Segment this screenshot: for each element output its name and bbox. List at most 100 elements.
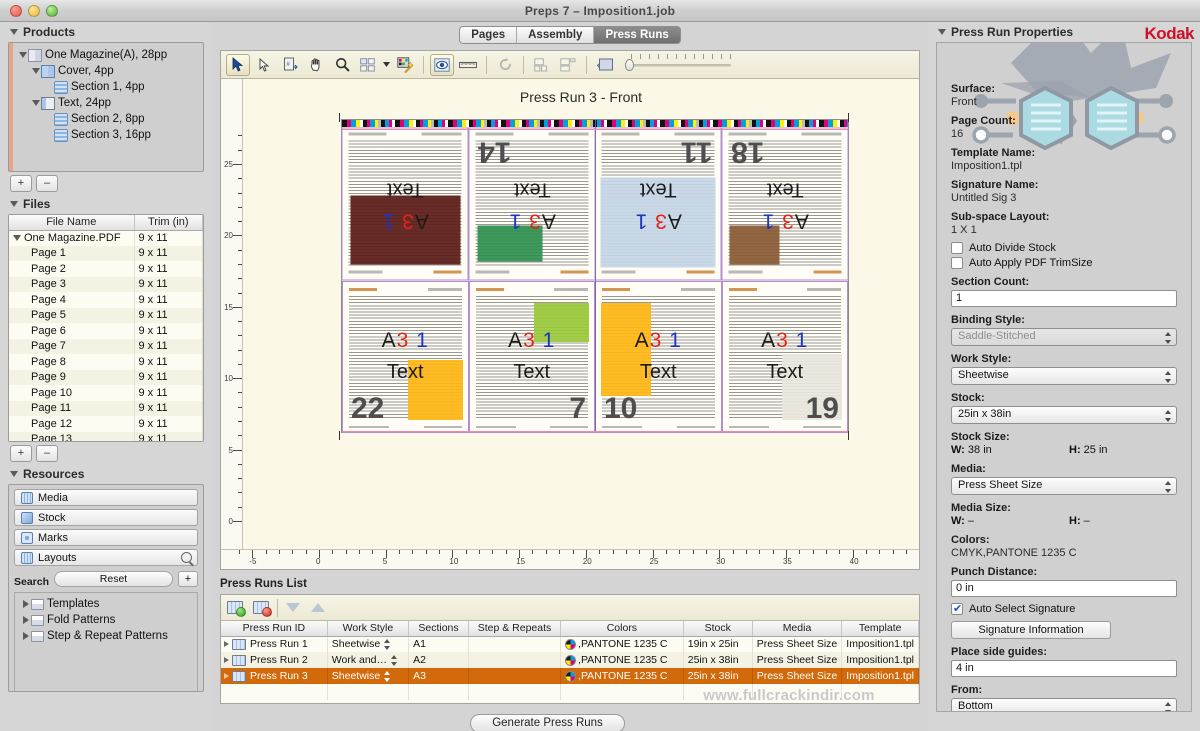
- work-style-cell[interactable]: Sheetwise: [327, 636, 408, 652]
- table-row[interactable]: Page 19 x 11: [9, 246, 203, 262]
- generate-press-runs-button[interactable]: Generate Press Runs: [470, 714, 625, 731]
- layout-grid-icon[interactable]: [356, 54, 380, 76]
- place-side-guides-input[interactable]: 4 in: [951, 660, 1177, 677]
- slider-knob[interactable]: [625, 59, 634, 71]
- table-row[interactable]: Page 139 x 11: [9, 432, 203, 443]
- from-select[interactable]: Bottom: [951, 698, 1177, 712]
- table-row[interactable]: Page 59 x 11: [9, 308, 203, 324]
- files-section-header[interactable]: Files: [0, 194, 212, 214]
- binding-style-select[interactable]: Saddle-Stitched: [951, 328, 1177, 346]
- column-file-name[interactable]: File Name: [9, 215, 134, 230]
- column-media[interactable]: Media: [752, 621, 842, 636]
- signature-information-button[interactable]: Signature Information: [951, 621, 1111, 639]
- media-select[interactable]: Press Sheet Size: [951, 477, 1177, 495]
- reset-button[interactable]: Reset: [54, 571, 173, 587]
- disclosure-triangle-icon[interactable]: [10, 201, 18, 207]
- table-row[interactable]: Page 49 x 11: [9, 292, 203, 308]
- fit-page-icon[interactable]: [593, 54, 617, 76]
- add-file-button[interactable]: +: [10, 445, 32, 462]
- arrange-stack-icon[interactable]: [556, 54, 580, 76]
- table-row[interactable]: Page 99 x 11: [9, 370, 203, 386]
- remove-file-button[interactable]: –: [36, 445, 58, 462]
- add-resource-button[interactable]: +: [178, 571, 198, 587]
- table-row[interactable]: Page 89 x 11: [9, 354, 203, 370]
- products-section-header[interactable]: Products: [0, 22, 212, 42]
- imposed-page[interactable]: A3 1Text: [342, 128, 469, 281]
- disclosure-triangle-icon[interactable]: [10, 471, 18, 477]
- imposed-page[interactable]: A3 1Text19: [722, 281, 849, 434]
- slider-track[interactable]: [631, 64, 731, 67]
- move-up-icon[interactable]: [311, 603, 325, 612]
- tab-pages[interactable]: Pages: [460, 27, 517, 43]
- column-template[interactable]: Template: [842, 621, 919, 636]
- table-row[interactable]: Page 29 x 11: [9, 261, 203, 277]
- arrow-direct-icon[interactable]: [252, 54, 276, 76]
- work-style-cell[interactable]: Sheetwise: [327, 668, 408, 684]
- chevron-down-icon[interactable]: [19, 52, 27, 58]
- resource-tree-item-fold-patterns[interactable]: Fold Patterns: [15, 612, 197, 628]
- expand-row-icon[interactable]: [224, 641, 229, 647]
- column-step-repeats[interactable]: Step & Repeats: [468, 621, 560, 636]
- resource-tree-item-templates[interactable]: Templates: [15, 596, 197, 612]
- chevron-right-icon[interactable]: [23, 600, 29, 608]
- delete-press-run-icon[interactable]: [253, 601, 269, 614]
- column-press-run-id[interactable]: Press Run ID: [221, 621, 327, 636]
- table-row[interactable]: Press Run 3SheetwiseA3,PANTONE 1235 C25i…: [221, 668, 919, 684]
- punch-distance-input[interactable]: 0 in: [951, 580, 1177, 597]
- auto-apply-trimsize-checkbox[interactable]: [951, 257, 963, 269]
- disclosure-triangle-icon[interactable]: [10, 29, 18, 35]
- resource-tree-item-step-repeat[interactable]: Step & Repeat Patterns: [15, 628, 197, 644]
- press-sheet-view[interactable]: Press Run 3 - Front A3 1TextA3 1Text14A3…: [243, 79, 919, 549]
- resource-button-stock[interactable]: Stock: [14, 509, 198, 526]
- close-button[interactable]: [10, 5, 22, 17]
- add-press-run-icon[interactable]: [227, 601, 243, 614]
- imposed-page[interactable]: A3 1Text10: [595, 281, 722, 434]
- column-stock[interactable]: Stock: [683, 621, 752, 636]
- chevron-down-icon[interactable]: [32, 68, 40, 74]
- marks-wand-icon[interactable]: [393, 54, 417, 76]
- disclosure-triangle-icon[interactable]: [938, 29, 946, 35]
- stock-select[interactable]: 25in x 38in: [951, 406, 1177, 424]
- window-controls[interactable]: [10, 5, 58, 17]
- table-row[interactable]: Press Run 1SheetwiseA1,PANTONE 1235 C19i…: [221, 636, 919, 652]
- stepper-arrows-icon[interactable]: [384, 639, 391, 650]
- remove-product-button[interactable]: –: [36, 175, 58, 192]
- column-colors[interactable]: Colors: [561, 621, 684, 636]
- expand-row-icon[interactable]: [224, 673, 229, 679]
- tab-assembly[interactable]: Assembly: [517, 27, 594, 43]
- tree-item-section-3[interactable]: Section 3, 16pp: [9, 127, 203, 143]
- chevron-down-icon[interactable]: [13, 235, 21, 241]
- column-trim[interactable]: Trim (in): [134, 215, 203, 230]
- page-content-icon[interactable]: #: [278, 54, 302, 76]
- arrange-tiles-icon[interactable]: [530, 54, 554, 76]
- stepper-arrows-icon[interactable]: [391, 655, 398, 666]
- table-row[interactable]: Page 129 x 11: [9, 416, 203, 432]
- imposed-page[interactable]: A3 1Text22: [342, 281, 469, 434]
- zoom-button[interactable]: [46, 5, 58, 17]
- search-icon[interactable]: [181, 552, 192, 563]
- hand-pan-icon[interactable]: [304, 54, 328, 76]
- minimize-button[interactable]: [28, 5, 40, 17]
- section-count-input[interactable]: 1: [951, 290, 1177, 307]
- imposed-page[interactable]: A3 1Text18: [722, 128, 849, 281]
- resource-button-marks[interactable]: Marks: [14, 529, 198, 546]
- expand-row-icon[interactable]: [224, 657, 229, 663]
- tree-item-section-2[interactable]: Section 2, 8pp: [9, 111, 203, 127]
- imposition-plate[interactable]: A3 1TextA3 1Text14A3 1Text11A3 1Text18A3…: [341, 119, 849, 433]
- work-style-select[interactable]: Sheetwise: [951, 367, 1177, 385]
- dropdown-arrow-icon[interactable]: [382, 54, 391, 76]
- add-product-button[interactable]: +: [10, 175, 32, 192]
- resources-section-header[interactable]: Resources: [0, 464, 212, 484]
- table-row[interactable]: One Magazine.PDF9 x 11: [9, 230, 203, 246]
- imposition-stage[interactable]: 0510152025 -50510152025303540 Press Run …: [221, 79, 919, 569]
- zoom-slider[interactable]: [625, 58, 731, 72]
- tree-item-section-1[interactable]: Section 1, 4pp: [9, 79, 203, 95]
- ruler-measure-icon[interactable]: [456, 54, 480, 76]
- resource-button-media[interactable]: Media: [14, 489, 198, 506]
- imposed-page[interactable]: A3 1Text7: [469, 281, 596, 434]
- chevron-down-icon[interactable]: [32, 100, 40, 106]
- tree-item-cover[interactable]: Cover, 4pp: [9, 63, 203, 79]
- arrow-select-icon[interactable]: [226, 54, 250, 76]
- imposed-page[interactable]: A3 1Text14: [469, 128, 596, 281]
- move-down-icon[interactable]: [286, 603, 300, 612]
